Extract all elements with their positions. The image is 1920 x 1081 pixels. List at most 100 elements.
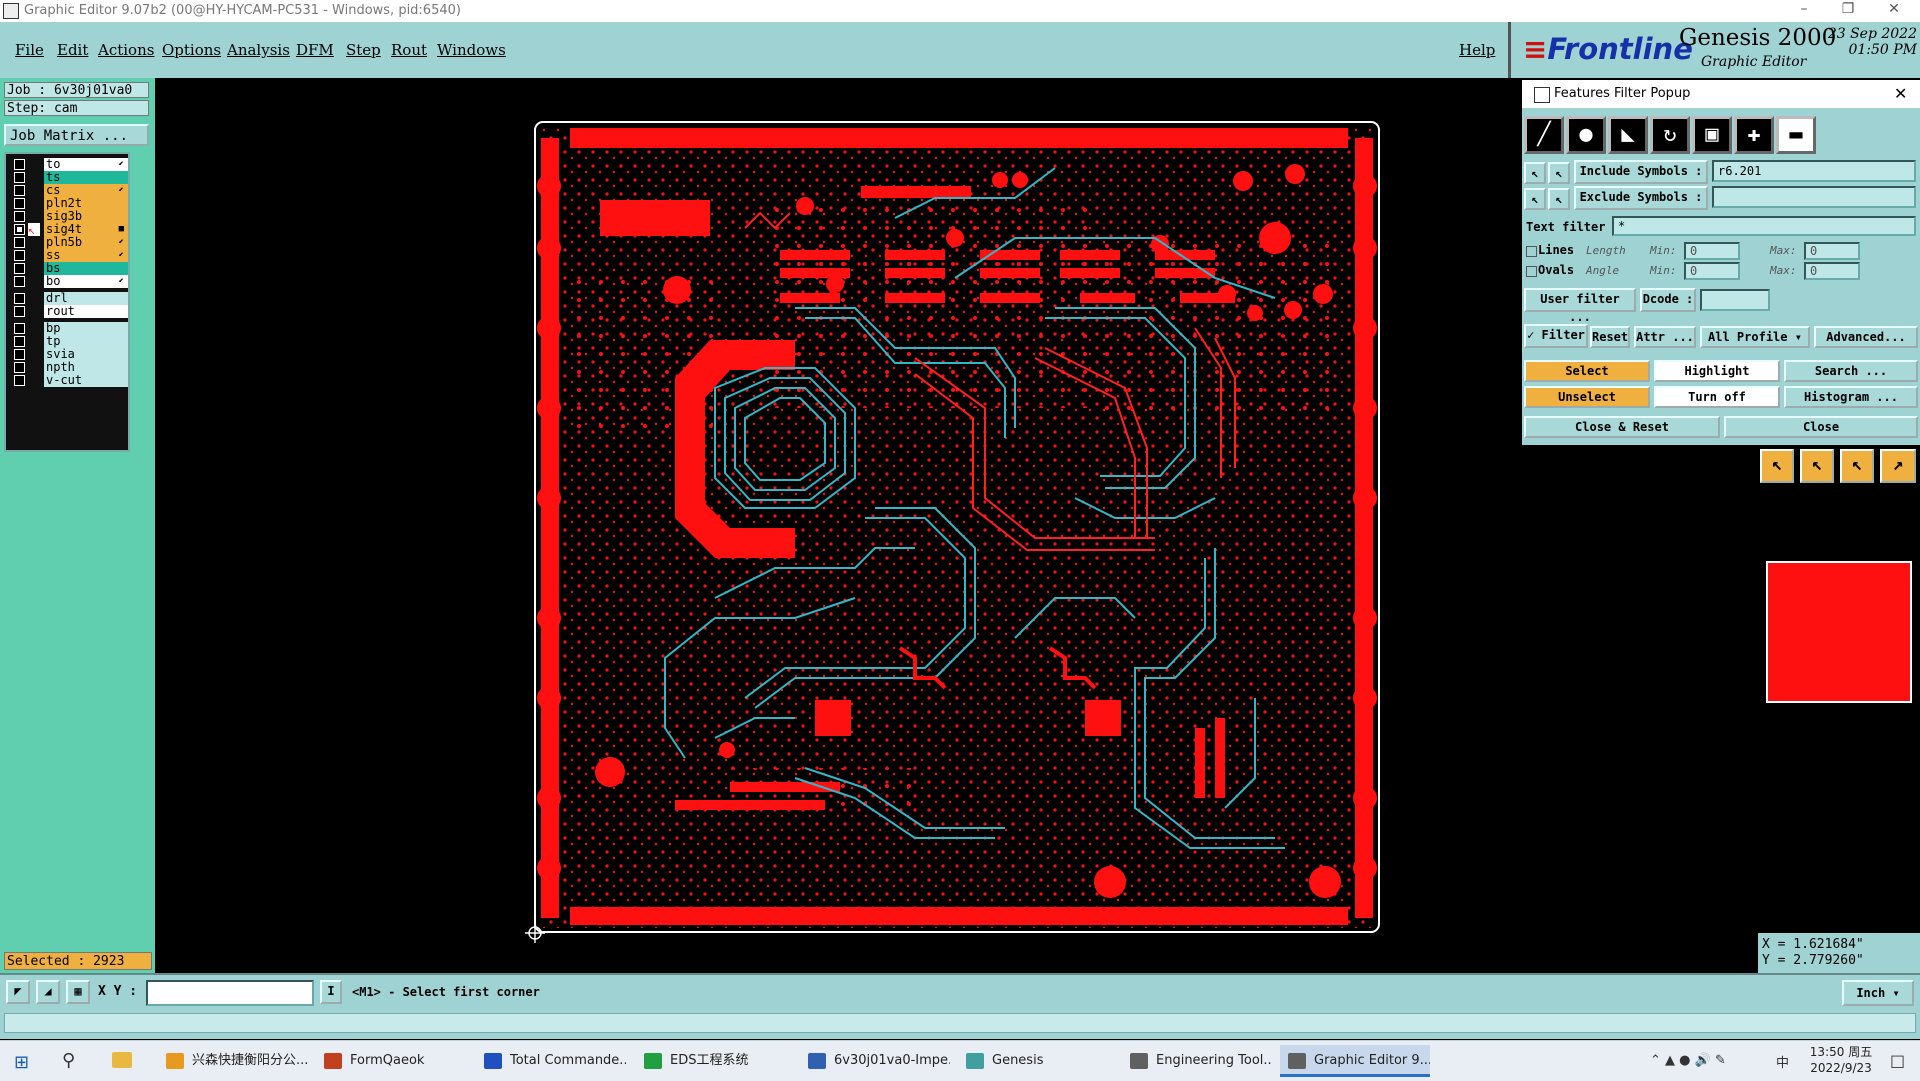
unselect-button[interactable]: Unselect xyxy=(1524,386,1650,408)
layer-checkbox[interactable] xyxy=(14,172,25,183)
clock[interactable]: 13:50 周五 2022/9/23 xyxy=(1806,1044,1876,1076)
layer-row-bo[interactable]: bo ⬋ xyxy=(8,275,128,288)
layer-row-bs[interactable]: bs xyxy=(8,262,128,275)
layer-row-bp[interactable]: bp xyxy=(8,322,128,335)
reset-button[interactable]: Reset xyxy=(1590,326,1630,348)
layer-checkbox[interactable] xyxy=(14,293,25,304)
positive-tool-icon[interactable]: ✚ xyxy=(1734,116,1774,154)
include-symbols-button[interactable]: Include Symbols : xyxy=(1574,160,1708,184)
layer-row-v-cut[interactable]: v-cut xyxy=(8,374,128,387)
exclude-pick-icon[interactable]: ↖ xyxy=(1524,188,1546,210)
menu-windows[interactable]: Windows xyxy=(437,41,506,59)
layer-checkbox[interactable] xyxy=(14,306,25,317)
layer-checkbox[interactable] xyxy=(14,159,25,170)
layer-name[interactable]: v-cut xyxy=(44,374,128,387)
grid-icon[interactable]: ▦ xyxy=(66,980,90,1004)
search-button[interactable]: Search ... xyxy=(1784,360,1918,382)
layer-name[interactable]: bo ⬋ xyxy=(44,275,128,288)
menu-rout[interactable]: Rout xyxy=(391,41,427,59)
select-tool-icon[interactable]: ↖ xyxy=(1800,449,1834,483)
select-area-tool-icon[interactable]: ↖ xyxy=(1840,449,1874,483)
taskbar-item[interactable]: Genesis xyxy=(958,1045,1108,1077)
pointer-tool-icon[interactable]: ↖ xyxy=(1760,449,1794,483)
job-matrix-button[interactable]: Job Matrix ... xyxy=(4,124,149,146)
menu-options[interactable]: Options xyxy=(162,41,221,59)
tray-icons[interactable]: ⌃ ▲ ● 🔊 ✎ xyxy=(1650,1053,1726,1068)
taskbar-item[interactable]: FormQaeok xyxy=(316,1045,466,1077)
layer-checkbox[interactable] xyxy=(14,237,25,248)
surface-tool-icon[interactable]: ◣ xyxy=(1608,116,1648,154)
popup-close-icon[interactable]: ✕ xyxy=(1894,84,1907,103)
include-symbols-input[interactable]: r6.201 xyxy=(1712,160,1916,182)
include-pick2-icon[interactable]: ↖ xyxy=(1548,162,1570,184)
menu-help[interactable]: Help xyxy=(1459,41,1495,59)
close-window-button[interactable]: ✕ xyxy=(1874,1,1914,21)
menu-edit[interactable]: Edit xyxy=(57,41,88,59)
angle-min-input[interactable]: 0 xyxy=(1684,262,1740,280)
layer-checkbox[interactable] xyxy=(14,198,25,209)
layer-checkbox[interactable] xyxy=(14,323,25,334)
layer-checkbox[interactable] xyxy=(14,250,25,261)
layer-row-pln5b[interactable]: pln5b ⬋ xyxy=(8,236,128,249)
pad-tool-icon[interactable]: ● xyxy=(1566,116,1606,154)
text-tool-icon[interactable]: ▣ xyxy=(1692,116,1732,154)
filter-toggle[interactable]: ✓ Filter xyxy=(1524,324,1588,348)
attr-button[interactable]: Attr ... xyxy=(1634,326,1696,348)
taskbar-item[interactable]: Engineering Tool... xyxy=(1122,1045,1272,1077)
include-pick-icon[interactable]: ↖ xyxy=(1524,162,1546,184)
overview-board[interactable] xyxy=(1766,561,1912,703)
minimize-button[interactable]: – xyxy=(1784,1,1824,21)
layer-row-ts[interactable]: ts xyxy=(8,171,128,184)
zoom-home-icon[interactable]: ◤ xyxy=(6,980,30,1004)
menu-file[interactable]: File xyxy=(15,41,44,59)
layer-name[interactable]: rout xyxy=(44,305,128,318)
layer-checkbox[interactable] xyxy=(14,276,25,287)
start-icon[interactable]: ⊞ xyxy=(14,1052,29,1073)
notification-icon[interactable]: □ xyxy=(1890,1051,1905,1070)
layer-checkbox[interactable] xyxy=(14,362,25,373)
layer-checkbox[interactable] xyxy=(14,211,25,222)
taskbar-item[interactable]: Graphic Editor 9.... xyxy=(1280,1045,1430,1077)
user-filter-button[interactable]: User filter ... xyxy=(1524,288,1636,324)
length-min-input[interactable]: 0 xyxy=(1684,242,1740,260)
taskbar-item[interactable]: 6v30j01va0-Impe... xyxy=(800,1045,950,1077)
ovals-checkbox[interactable] xyxy=(1526,266,1537,277)
exclude-symbols-input[interactable] xyxy=(1712,186,1916,208)
highlight-button[interactable]: Highlight xyxy=(1654,360,1780,382)
search-icon[interactable]: ⚲ xyxy=(62,1050,75,1071)
text-cursor-icon[interactable]: I xyxy=(320,980,342,1004)
turn-off-button[interactable]: Turn off xyxy=(1654,386,1780,408)
layer-checkbox[interactable] xyxy=(14,349,25,360)
menu-step[interactable]: Step xyxy=(346,41,381,59)
multi-select-tool-icon[interactable]: ↗ xyxy=(1880,449,1916,483)
dcode-input[interactable] xyxy=(1700,289,1770,311)
menu-actions[interactable]: Actions xyxy=(98,41,154,59)
menu-dfm[interactable]: DFM xyxy=(296,41,334,59)
close-button[interactable]: Close xyxy=(1724,416,1918,438)
line-tool-icon[interactable]: ╱ xyxy=(1524,116,1564,154)
negative-tool-icon[interactable]: ▬ xyxy=(1776,116,1816,154)
text-filter-input[interactable]: * xyxy=(1612,216,1916,236)
select-button[interactable]: Select xyxy=(1524,360,1650,382)
taskbar-item[interactable]: EDS工程系统 xyxy=(636,1045,786,1077)
ime-indicator[interactable]: 中 xyxy=(1776,1052,1789,1071)
taskbar-item[interactable]: Total Commande... xyxy=(476,1045,626,1077)
layer-row-ss[interactable]: ss ⬋ xyxy=(8,249,128,262)
taskbar-item[interactable]: 兴森快捷衡阳分公... xyxy=(158,1045,308,1077)
exclude-pick2-icon[interactable]: ↖ xyxy=(1548,188,1570,210)
length-max-input[interactable]: 0 xyxy=(1804,242,1860,260)
layer-checkbox[interactable] xyxy=(14,185,25,196)
layer-checkbox[interactable] xyxy=(14,336,25,347)
histogram-button[interactable]: Histogram ... xyxy=(1784,386,1918,408)
arc-tool-icon[interactable]: ↻ xyxy=(1650,116,1690,154)
angle-max-input[interactable]: 0 xyxy=(1804,262,1860,280)
close-reset-button[interactable]: Close & Reset xyxy=(1524,416,1720,438)
layer-checkbox[interactable] xyxy=(14,224,25,235)
dcode-button[interactable]: Dcode : xyxy=(1640,288,1696,312)
graphic-canvas[interactable] xyxy=(155,78,1508,973)
layer-row-rout[interactable]: rout xyxy=(8,305,128,318)
units-dropdown[interactable]: Inch ▾ xyxy=(1842,980,1914,1006)
layer-checkbox[interactable] xyxy=(14,375,25,386)
advanced-button[interactable]: Advanced... xyxy=(1814,326,1918,348)
xy-input[interactable] xyxy=(146,980,314,1006)
